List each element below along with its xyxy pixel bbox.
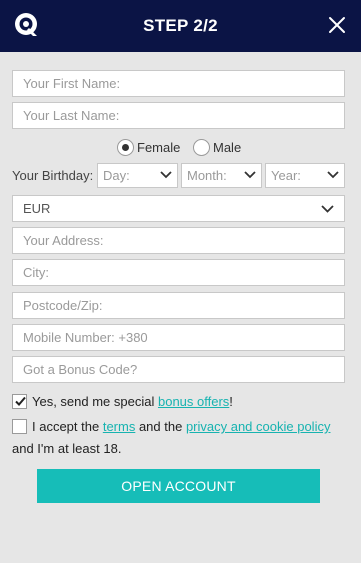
open-account-button[interactable]: OPEN ACCOUNT [37,469,320,503]
terms-checkbox[interactable] [12,419,27,434]
gender-female-radio[interactable] [117,139,134,156]
terms-text: I accept the [32,419,103,434]
checkmark-icon [15,396,26,406]
city-input[interactable] [12,259,345,286]
day-select-label: Day: [103,168,130,183]
close-icon[interactable] [327,15,347,35]
gender-female-label: Female [137,140,181,155]
gender-selector: Female Male [0,138,361,158]
year-select[interactable]: Year: [265,163,345,188]
month-select-label: Month: [187,168,227,183]
postcode-input[interactable] [12,292,345,319]
terms-text-end: and I'm at least 18. [12,441,122,456]
terms-text-and: and the [135,419,186,434]
birthday-label: Your Birthday: [12,168,94,183]
day-select[interactable]: Day: [97,163,178,188]
terms-link[interactable]: terms [103,419,136,434]
step-title: STEP 2/2 [143,16,218,35]
month-select[interactable]: Month: [181,163,262,188]
bonus-code-input[interactable] [12,356,345,383]
currency-select[interactable]: EUR [12,195,345,222]
mobile-number-input[interactable] [12,324,345,351]
currency-value: EUR [23,201,51,216]
chevron-down-icon [160,171,172,179]
gender-male-radio[interactable] [193,139,210,156]
first-name-input[interactable] [12,70,345,97]
bonus-offers-checkbox[interactable] [12,394,27,409]
chevron-down-icon [327,171,339,179]
chevron-down-icon [321,205,334,213]
bonus-offers-text: Yes, send me special [32,394,158,409]
last-name-input[interactable] [12,102,345,129]
bonus-offers-link[interactable]: bonus offers [158,394,229,409]
bonus-offers-text-end: ! [229,394,233,409]
terms-row: I accept the terms and the privacy and c… [12,416,347,460]
privacy-policy-link[interactable]: privacy and cookie policy [186,419,331,434]
header-bar: STEP 2/2 [0,0,361,52]
brand-logo-icon [15,13,37,36]
chevron-down-icon [244,171,256,179]
address-input[interactable] [12,227,345,254]
year-select-label: Year: [271,168,301,183]
bonus-offers-row: Yes, send me special bonus offers! [12,391,345,413]
gender-male-label: Male [213,140,242,155]
